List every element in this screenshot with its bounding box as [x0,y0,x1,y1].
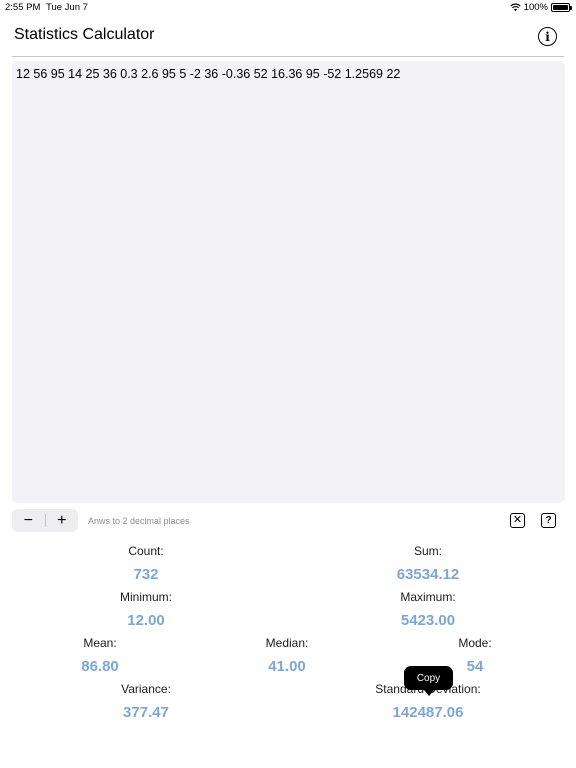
status-time: 2:55 PM [5,2,41,13]
minimum-value[interactable]: 12.00 [127,612,165,629]
status-date: Tue Jun 7 [46,2,88,13]
count-label: Count: [128,544,164,558]
sum-value[interactable]: 63534.12 [397,566,460,583]
count-value[interactable]: 732 [133,566,158,583]
sum-label: Sum: [413,544,443,558]
numbers-input[interactable]: 12 56 95 14 25 36 0.3 2.6 95 5 -2 36 -0.… [12,61,565,503]
decimal-stepper[interactable]: − + [12,509,78,532]
mean-value[interactable]: 86.80 [81,658,119,675]
mode-label: Mode: [458,636,492,650]
mean-label: Mean: [83,636,117,650]
maximum-label: Maximum: [400,590,456,604]
status-indicators: 100% [509,2,572,13]
precision-label: Anws to 2 decimal places [88,516,190,526]
decrement-button[interactable]: − [12,509,45,532]
mode-value[interactable]: 54 [467,658,484,675]
copy-tooltip[interactable]: Copy [404,666,453,696]
std-dev-value[interactable]: 142487.06 [393,704,464,721]
increment-button[interactable]: + [45,509,78,532]
toolbar: − + Anws to 2 decimal places ✕ ? [12,509,565,533]
variance-value[interactable]: 377.47 [123,704,169,721]
battery-icon [551,3,572,12]
variance-label: Variance: [121,682,171,696]
median-label: Median: [265,636,309,650]
status-bar: 2:55 PM Tue Jun 7 100% [0,0,576,16]
maximum-value[interactable]: 5423.00 [401,612,455,629]
median-value[interactable]: 41.00 [268,658,306,675]
info-icon[interactable]: i [538,27,557,46]
page-title: Statistics Calculator [14,26,155,43]
header-divider [12,56,564,57]
clear-icon[interactable]: ✕ [510,513,525,528]
wifi-icon [509,3,521,12]
minimum-label: Minimum: [119,590,173,604]
help-icon[interactable]: ? [541,513,556,528]
battery-percent: 100% [523,2,548,13]
